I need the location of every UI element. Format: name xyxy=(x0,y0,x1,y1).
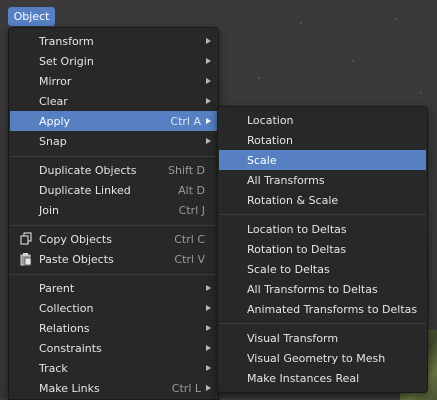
submenu-item-all-transforms[interactable]: All Transforms xyxy=(219,170,426,190)
submenu-item-scale[interactable]: Scale xyxy=(219,150,426,170)
menu-item-label: Rotation & Scale xyxy=(247,193,339,207)
menu-item-label: All Transforms xyxy=(247,173,325,187)
menu-item-label: Location xyxy=(247,113,294,127)
menu-item-copy-objects[interactable]: Copy Objects Ctrl C xyxy=(10,229,217,249)
chevron-right-icon xyxy=(206,138,211,144)
apply-submenu: Location Rotation Scale All Transforms R… xyxy=(217,106,428,393)
menu-item-label: Paste Objects xyxy=(39,252,114,266)
menu-item-label: Constraints xyxy=(39,341,102,355)
chevron-right-icon xyxy=(206,78,211,84)
menu-item-label: Rotation to Deltas xyxy=(247,242,347,256)
paste-icon xyxy=(19,252,33,266)
viewport-speck xyxy=(300,22,302,24)
menu-item-label: Scale xyxy=(247,153,277,167)
menu-item-relations[interactable]: Relations xyxy=(10,318,217,338)
menu-item-label: Clear xyxy=(39,94,68,108)
menu-item-clear[interactable]: Clear xyxy=(10,91,217,111)
copy-icon xyxy=(19,232,33,246)
menu-item-collection[interactable]: Collection xyxy=(10,298,217,318)
menu-separator xyxy=(219,323,426,324)
menu-item-join[interactable]: Join Ctrl J xyxy=(10,200,217,220)
menu-item-label: Track xyxy=(39,361,68,375)
viewport-speck xyxy=(258,77,260,79)
chevron-right-icon xyxy=(206,118,211,124)
menu-item-label: Set Origin xyxy=(39,54,94,68)
menu-item-transform[interactable]: Transform xyxy=(10,31,217,51)
viewport-speck xyxy=(352,60,354,62)
shortcut-label: Ctrl C xyxy=(174,232,205,246)
viewport-speck xyxy=(420,92,422,94)
menu-separator xyxy=(219,214,426,215)
chevron-right-icon xyxy=(206,365,211,371)
menu-item-label: Duplicate Objects xyxy=(39,163,137,177)
menu-item-label: Mirror xyxy=(39,74,72,88)
menu-item-label: Location to Deltas xyxy=(247,222,347,236)
chevron-right-icon xyxy=(206,285,211,291)
submenu-item-animated-transforms-to-deltas[interactable]: Animated Transforms to Deltas xyxy=(219,299,426,319)
menu-item-label: All Transforms to Deltas xyxy=(247,282,378,296)
menu-item-label: Visual Geometry to Mesh xyxy=(247,351,386,365)
submenu-item-visual-geometry-to-mesh[interactable]: Visual Geometry to Mesh xyxy=(219,348,426,368)
viewport-speck xyxy=(395,18,397,20)
shortcut-label: Ctrl A xyxy=(170,114,201,128)
menu-item-label: Rotation xyxy=(247,133,294,147)
menu-item-label: Copy Objects xyxy=(39,232,112,246)
menu-item-apply[interactable]: Apply Ctrl A xyxy=(10,111,217,131)
menu-item-make-links[interactable]: Make Links Ctrl L xyxy=(10,378,217,398)
menu-item-mirror[interactable]: Mirror xyxy=(10,71,217,91)
menu-item-label: Relations xyxy=(39,321,90,335)
menu-item-label: Transform xyxy=(39,34,94,48)
submenu-item-rotation-scale[interactable]: Rotation & Scale xyxy=(219,190,426,210)
menu-item-label: Collection xyxy=(39,301,94,315)
menu-item-track[interactable]: Track xyxy=(10,358,217,378)
menu-item-label: Scale to Deltas xyxy=(247,262,330,276)
menu-item-label: Snap xyxy=(39,134,67,148)
shortcut-label: Shift D xyxy=(168,163,205,177)
chevron-right-icon xyxy=(206,58,211,64)
chevron-right-icon xyxy=(206,385,211,391)
menu-item-duplicate-linked[interactable]: Duplicate Linked Alt D xyxy=(10,180,217,200)
menu-item-constraints[interactable]: Constraints xyxy=(10,338,217,358)
chevron-right-icon xyxy=(206,325,211,331)
chevron-right-icon xyxy=(206,305,211,311)
menu-item-label: Parent xyxy=(39,281,75,295)
menu-item-paste-objects[interactable]: Paste Objects Ctrl V xyxy=(10,249,217,269)
shortcut-label: Ctrl J xyxy=(178,203,205,217)
menu-item-parent[interactable]: Parent xyxy=(10,278,217,298)
menu-item-label: Make Links xyxy=(39,381,100,395)
menu-item-label: Visual Transform xyxy=(247,331,339,345)
submenu-item-visual-transform[interactable]: Visual Transform xyxy=(219,328,426,348)
menu-item-label: Duplicate Linked xyxy=(39,183,131,197)
menu-item-label: Animated Transforms to Deltas xyxy=(247,302,418,316)
submenu-item-make-instances-real[interactable]: Make Instances Real xyxy=(219,368,426,388)
object-menu: Transform Set Origin Mirror Clear Apply … xyxy=(8,27,219,400)
shortcut-label: Ctrl L xyxy=(171,381,201,395)
submenu-item-rotation[interactable]: Rotation xyxy=(219,130,426,150)
menu-item-set-origin[interactable]: Set Origin xyxy=(10,51,217,71)
shortcut-label: Alt D xyxy=(178,183,205,197)
menu-item-snap[interactable]: Snap xyxy=(10,131,217,151)
menu-item-label: Apply xyxy=(39,114,71,128)
submenu-item-all-transforms-to-deltas[interactable]: All Transforms to Deltas xyxy=(219,279,426,299)
submenu-item-location[interactable]: Location xyxy=(219,110,426,130)
shortcut-label: Ctrl V xyxy=(174,252,205,266)
submenu-item-rotation-to-deltas[interactable]: Rotation to Deltas xyxy=(219,239,426,259)
menu-separator xyxy=(10,225,217,226)
object-menu-button[interactable]: Object xyxy=(8,7,55,26)
menu-separator xyxy=(10,274,217,275)
menu-item-duplicate-objects[interactable]: Duplicate Objects Shift D xyxy=(10,160,217,180)
menu-item-label: Make Instances Real xyxy=(247,371,360,385)
submenu-item-scale-to-deltas[interactable]: Scale to Deltas xyxy=(219,259,426,279)
menu-separator xyxy=(10,156,217,157)
chevron-right-icon xyxy=(206,345,211,351)
menu-item-label: Join xyxy=(39,203,60,217)
chevron-right-icon xyxy=(206,98,211,104)
submenu-item-location-to-deltas[interactable]: Location to Deltas xyxy=(219,219,426,239)
chevron-right-icon xyxy=(206,38,211,44)
